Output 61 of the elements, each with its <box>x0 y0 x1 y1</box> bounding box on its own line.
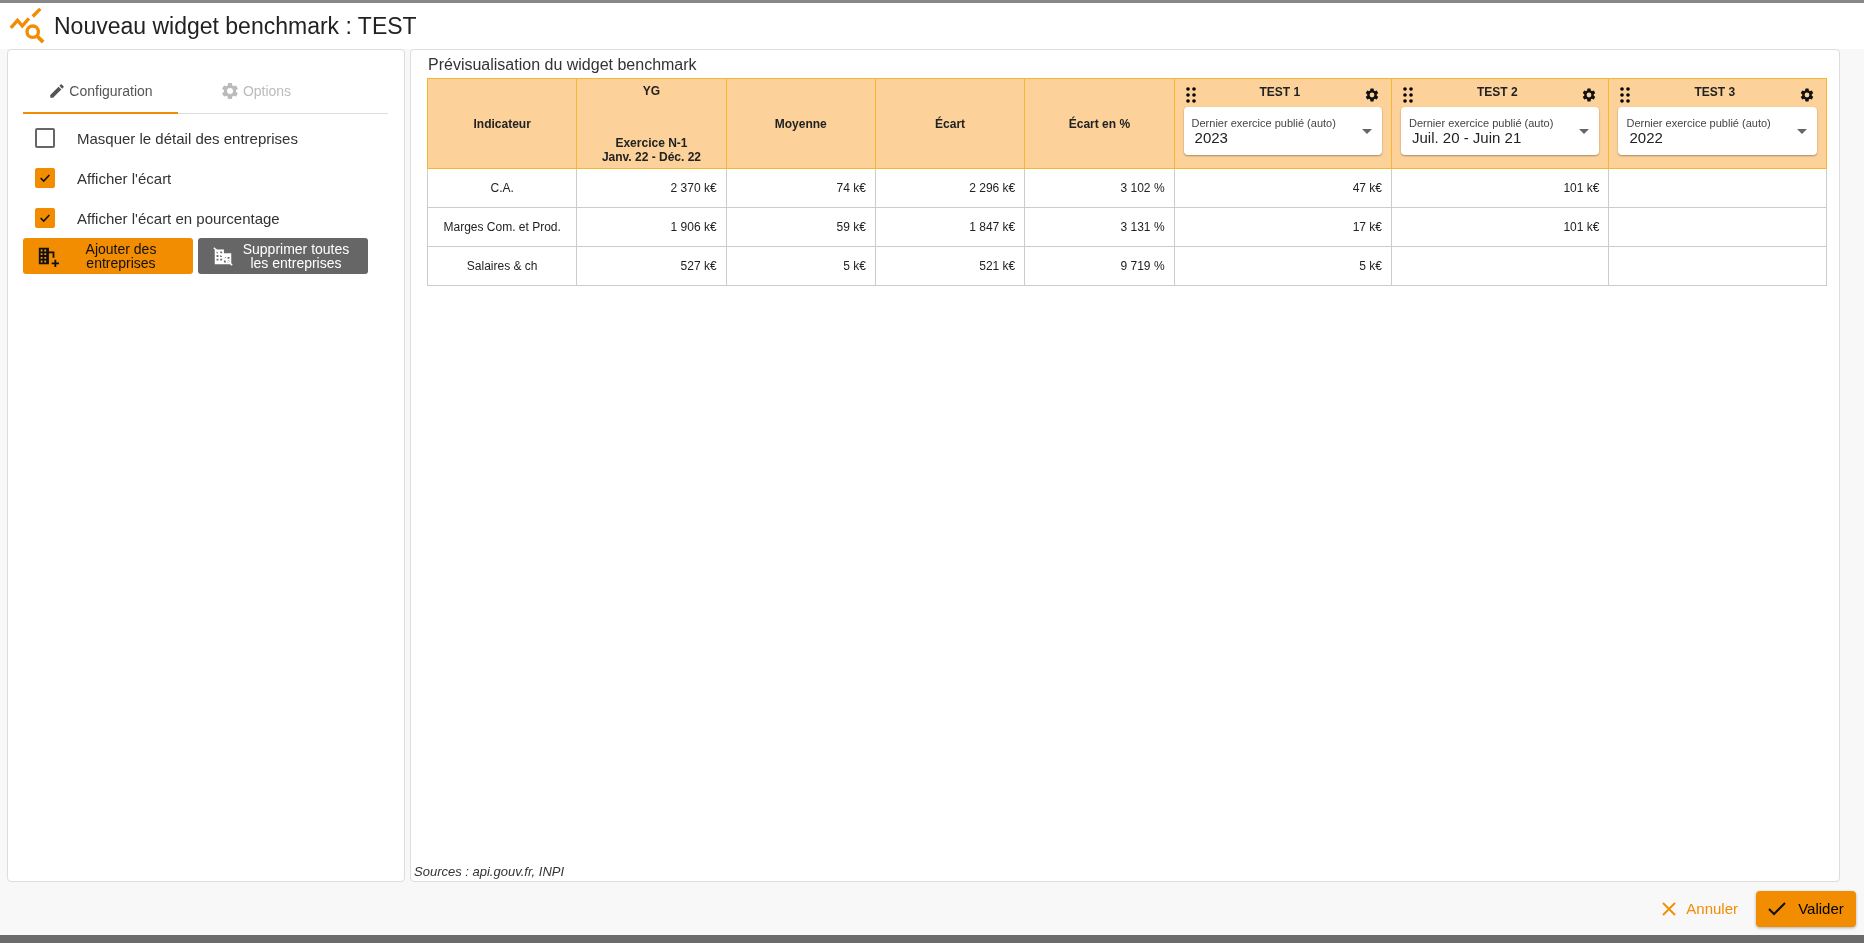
table-cell: 5 k€ <box>843 259 866 273</box>
period-dropdown[interactable]: Dernier exercice publié (auto) 2023 <box>1183 107 1382 155</box>
checkbox[interactable] <box>35 128 55 148</box>
tab[interactable]: Configuration <box>23 70 178 114</box>
table-cell: C.A. <box>490 181 514 195</box>
period-dropdown[interactable]: Dernier exercice publié (auto) Juil. 20 - Juin 21 <box>1401 107 1600 155</box>
dropdown-caret-icon <box>1579 128 1590 134</box>
settings-icon[interactable] <box>1799 87 1815 103</box>
company-name: TEST 3 <box>1694 85 1736 99</box>
table-cell: Marges Com. et Prod. <box>443 220 561 234</box>
checkbox[interactable] <box>35 208 55 228</box>
close-icon <box>1662 901 1677 916</box>
preview-title: Prévisualisation du widget benchmark <box>427 55 698 75</box>
table-cell: Salaires & ch <box>466 259 538 273</box>
header-text: Indicateur <box>473 116 531 131</box>
table-cell: 2 296 k€ <box>969 181 1016 195</box>
settings-icon[interactable] <box>1581 87 1598 103</box>
table-cell: 59 k€ <box>836 220 866 234</box>
window-title: Nouveau widget benchmark : TEST <box>54 12 417 40</box>
table-cell: 47 k€ <box>1352 181 1382 195</box>
confirm-button[interactable]: Valider <box>1756 890 1856 927</box>
table-cell: 17 k€ <box>1352 220 1382 234</box>
table-cell: 1 847 k€ <box>969 220 1016 234</box>
header-text: Écart <box>935 116 966 131</box>
company-name: TEST 1 <box>1259 85 1301 99</box>
chart-search-icon <box>8 7 46 45</box>
drag-handle-icon[interactable] <box>1403 87 1413 103</box>
drag-handle-icon[interactable] <box>1185 87 1196 103</box>
pencil-icon <box>48 82 67 100</box>
action-button[interactable]: Ajouter des entreprises <box>23 238 193 274</box>
dropdown-caret-icon <box>1797 128 1807 134</box>
table-cell: 527 k€ <box>680 259 717 273</box>
settings-icon <box>219 81 240 101</box>
header-text: Écart en % <box>1068 116 1131 131</box>
table-cell: 3 102 % <box>1120 181 1165 195</box>
building-off-icon <box>212 245 234 267</box>
table-cell: 3 131 % <box>1120 220 1165 234</box>
period-label: Exercice N-1 Janv. 22 - Déc. 22 <box>600 135 703 164</box>
company-name: TEST 2 <box>1476 85 1518 99</box>
table-cell: 521 k€ <box>979 259 1016 273</box>
header-text: Moyenne <box>774 116 827 131</box>
action-button[interactable]: Supprimer toutes les entreprises <box>198 238 368 274</box>
period-dropdown[interactable]: Dernier exercice publié (auto) 2022 <box>1618 107 1817 155</box>
table-cell: 9 719 % <box>1120 259 1165 273</box>
checkbox[interactable] <box>35 168 55 188</box>
dropdown-caret-icon <box>1362 128 1372 134</box>
table-cell: 1 906 k€ <box>670 220 717 234</box>
check-icon <box>1768 901 1787 916</box>
settings-icon[interactable] <box>1364 87 1380 103</box>
table-cell: 101 k€ <box>1563 181 1600 195</box>
checkbox-label: Afficher l'écart <box>77 169 172 187</box>
sources-note: Sources : api.gouv.fr, INPI <box>414 864 566 881</box>
table-cell: 101 k€ <box>1563 220 1600 234</box>
checkbox-label: Afficher l'écart en pourcentage <box>77 209 280 227</box>
company-name: YG <box>641 83 662 98</box>
drag-handle-icon[interactable] <box>1620 87 1631 103</box>
table-cell: 2 370 k€ <box>670 181 717 195</box>
building-add-icon <box>37 245 59 267</box>
table-cell: 74 k€ <box>836 181 866 195</box>
checkbox-label: Masquer le détail des entreprises <box>77 129 298 147</box>
table-cell: 5 k€ <box>1359 259 1382 273</box>
